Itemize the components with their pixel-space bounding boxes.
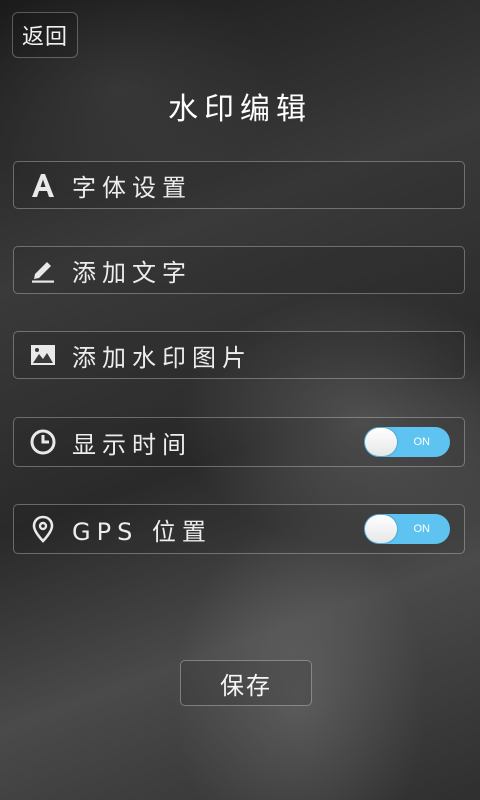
save-button[interactable]: 保存 xyxy=(180,660,312,706)
gps-location-label: GPS 位置 xyxy=(72,517,212,546)
show-time-label: 显示时间 xyxy=(72,430,192,459)
font-icon xyxy=(28,170,58,200)
font-settings-row[interactable]: 字体设置 xyxy=(13,161,465,209)
toggle-knob xyxy=(365,428,397,456)
show-time-row: 显示时间 ON xyxy=(13,417,465,467)
clock-icon xyxy=(28,427,58,457)
pen-icon xyxy=(28,255,58,285)
add-watermark-image-row[interactable]: 添加水印图片 xyxy=(13,331,465,379)
add-watermark-image-label: 添加水印图片 xyxy=(72,343,252,372)
gps-location-row: GPS 位置 ON xyxy=(13,504,465,554)
location-pin-icon xyxy=(28,514,58,544)
add-text-label: 添加文字 xyxy=(72,258,192,287)
back-button[interactable]: 返回 xyxy=(12,12,78,58)
font-settings-label: 字体设置 xyxy=(72,173,192,202)
page-title: 水印编辑 xyxy=(168,92,312,127)
add-text-row[interactable]: 添加文字 xyxy=(13,246,465,294)
gps-location-toggle[interactable]: ON xyxy=(364,514,450,544)
show-time-toggle[interactable]: ON xyxy=(364,427,450,457)
toggle-state-text: ON xyxy=(413,436,431,448)
toggle-state-text: ON xyxy=(413,523,431,535)
toggle-knob xyxy=(365,515,397,543)
image-icon xyxy=(28,340,58,370)
